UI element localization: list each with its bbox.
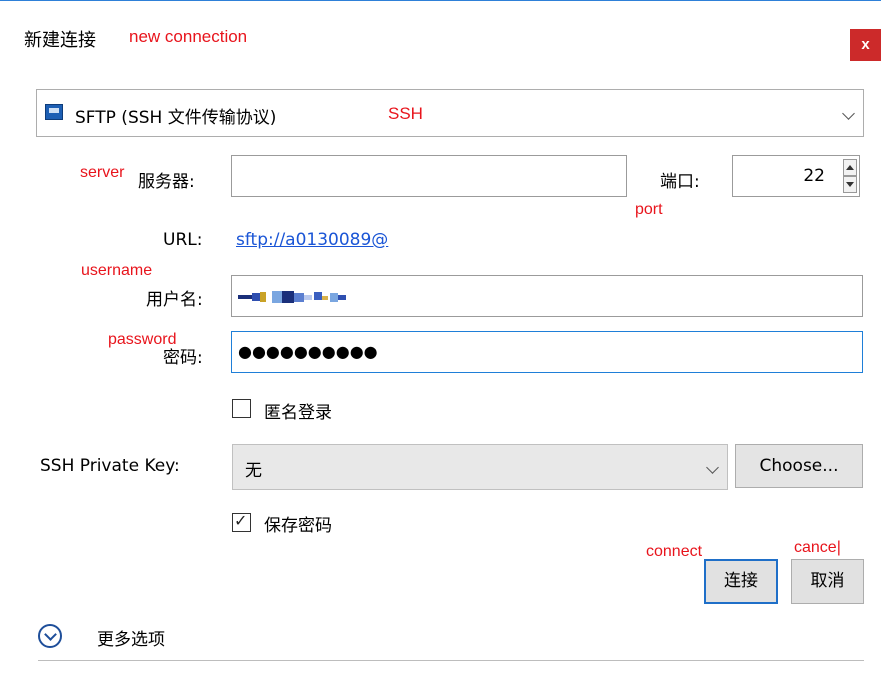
divider	[38, 660, 864, 661]
server-input[interactable]	[231, 155, 627, 197]
protocol-selected-value: SFTP (SSH 文件传输协议)	[75, 108, 277, 128]
connect-button[interactable]: 连接	[704, 559, 778, 604]
arrow-up-icon	[846, 165, 854, 170]
title-annotation: new connection	[129, 27, 248, 46]
chevron-circle-down-icon[interactable]	[38, 624, 62, 648]
private-key-select[interactable]: 无	[232, 444, 728, 490]
close-button[interactable]: x	[850, 29, 881, 61]
private-key-label: SSH Private Key:	[40, 456, 180, 476]
port-stepper[interactable]: 22	[732, 155, 860, 197]
password-input[interactable]: ●●●●●●●●●●	[231, 331, 863, 373]
password-label: 密码:	[163, 348, 203, 368]
username-label: 用户名:	[146, 290, 203, 310]
server-annotation: server	[80, 164, 125, 181]
save-password-checkbox[interactable]: ✓	[232, 511, 251, 532]
arrow-down-icon	[846, 182, 854, 187]
choose-key-button[interactable]: Choose...	[735, 444, 863, 488]
redacted-username-value	[238, 290, 363, 304]
url-link[interactable]: sftp://a0130089@	[236, 230, 388, 250]
port-annotation: port	[635, 201, 663, 218]
checkmark-icon: ✓	[234, 511, 248, 530]
window-title: 新建连接	[24, 30, 96, 51]
anonymous-login-checkbox[interactable]	[232, 399, 251, 418]
protocol-annotation: SSH	[388, 104, 423, 123]
cancel-button[interactable]: 取消	[791, 559, 864, 604]
more-options-label[interactable]: 更多选项	[97, 625, 165, 650]
drive-icon	[45, 104, 63, 120]
port-label: 端口:	[660, 172, 700, 192]
password-masked-value: ●●●●●●●●●●	[238, 342, 378, 361]
anonymous-login-label[interactable]: 匿名登录	[264, 398, 332, 423]
chevron-down-icon	[842, 107, 855, 120]
spin-down-button[interactable]	[843, 176, 857, 193]
connect-annotation: connect	[646, 543, 703, 560]
port-value: 22	[803, 166, 825, 186]
server-label: 服务器:	[138, 172, 195, 192]
spin-up-button[interactable]	[843, 159, 857, 176]
username-input[interactable]	[231, 275, 863, 317]
save-password-label[interactable]: 保存密码	[264, 511, 332, 536]
protocol-select[interactable]: SFTP (SSH 文件传输协议) SSH	[36, 89, 864, 137]
chevron-down-icon	[706, 461, 719, 474]
close-icon: x	[861, 36, 870, 53]
username-annotation: username	[81, 262, 153, 279]
private-key-selected-value: 无	[245, 461, 262, 481]
url-label: URL:	[163, 230, 203, 250]
cancel-annotation: cance|	[794, 539, 841, 556]
